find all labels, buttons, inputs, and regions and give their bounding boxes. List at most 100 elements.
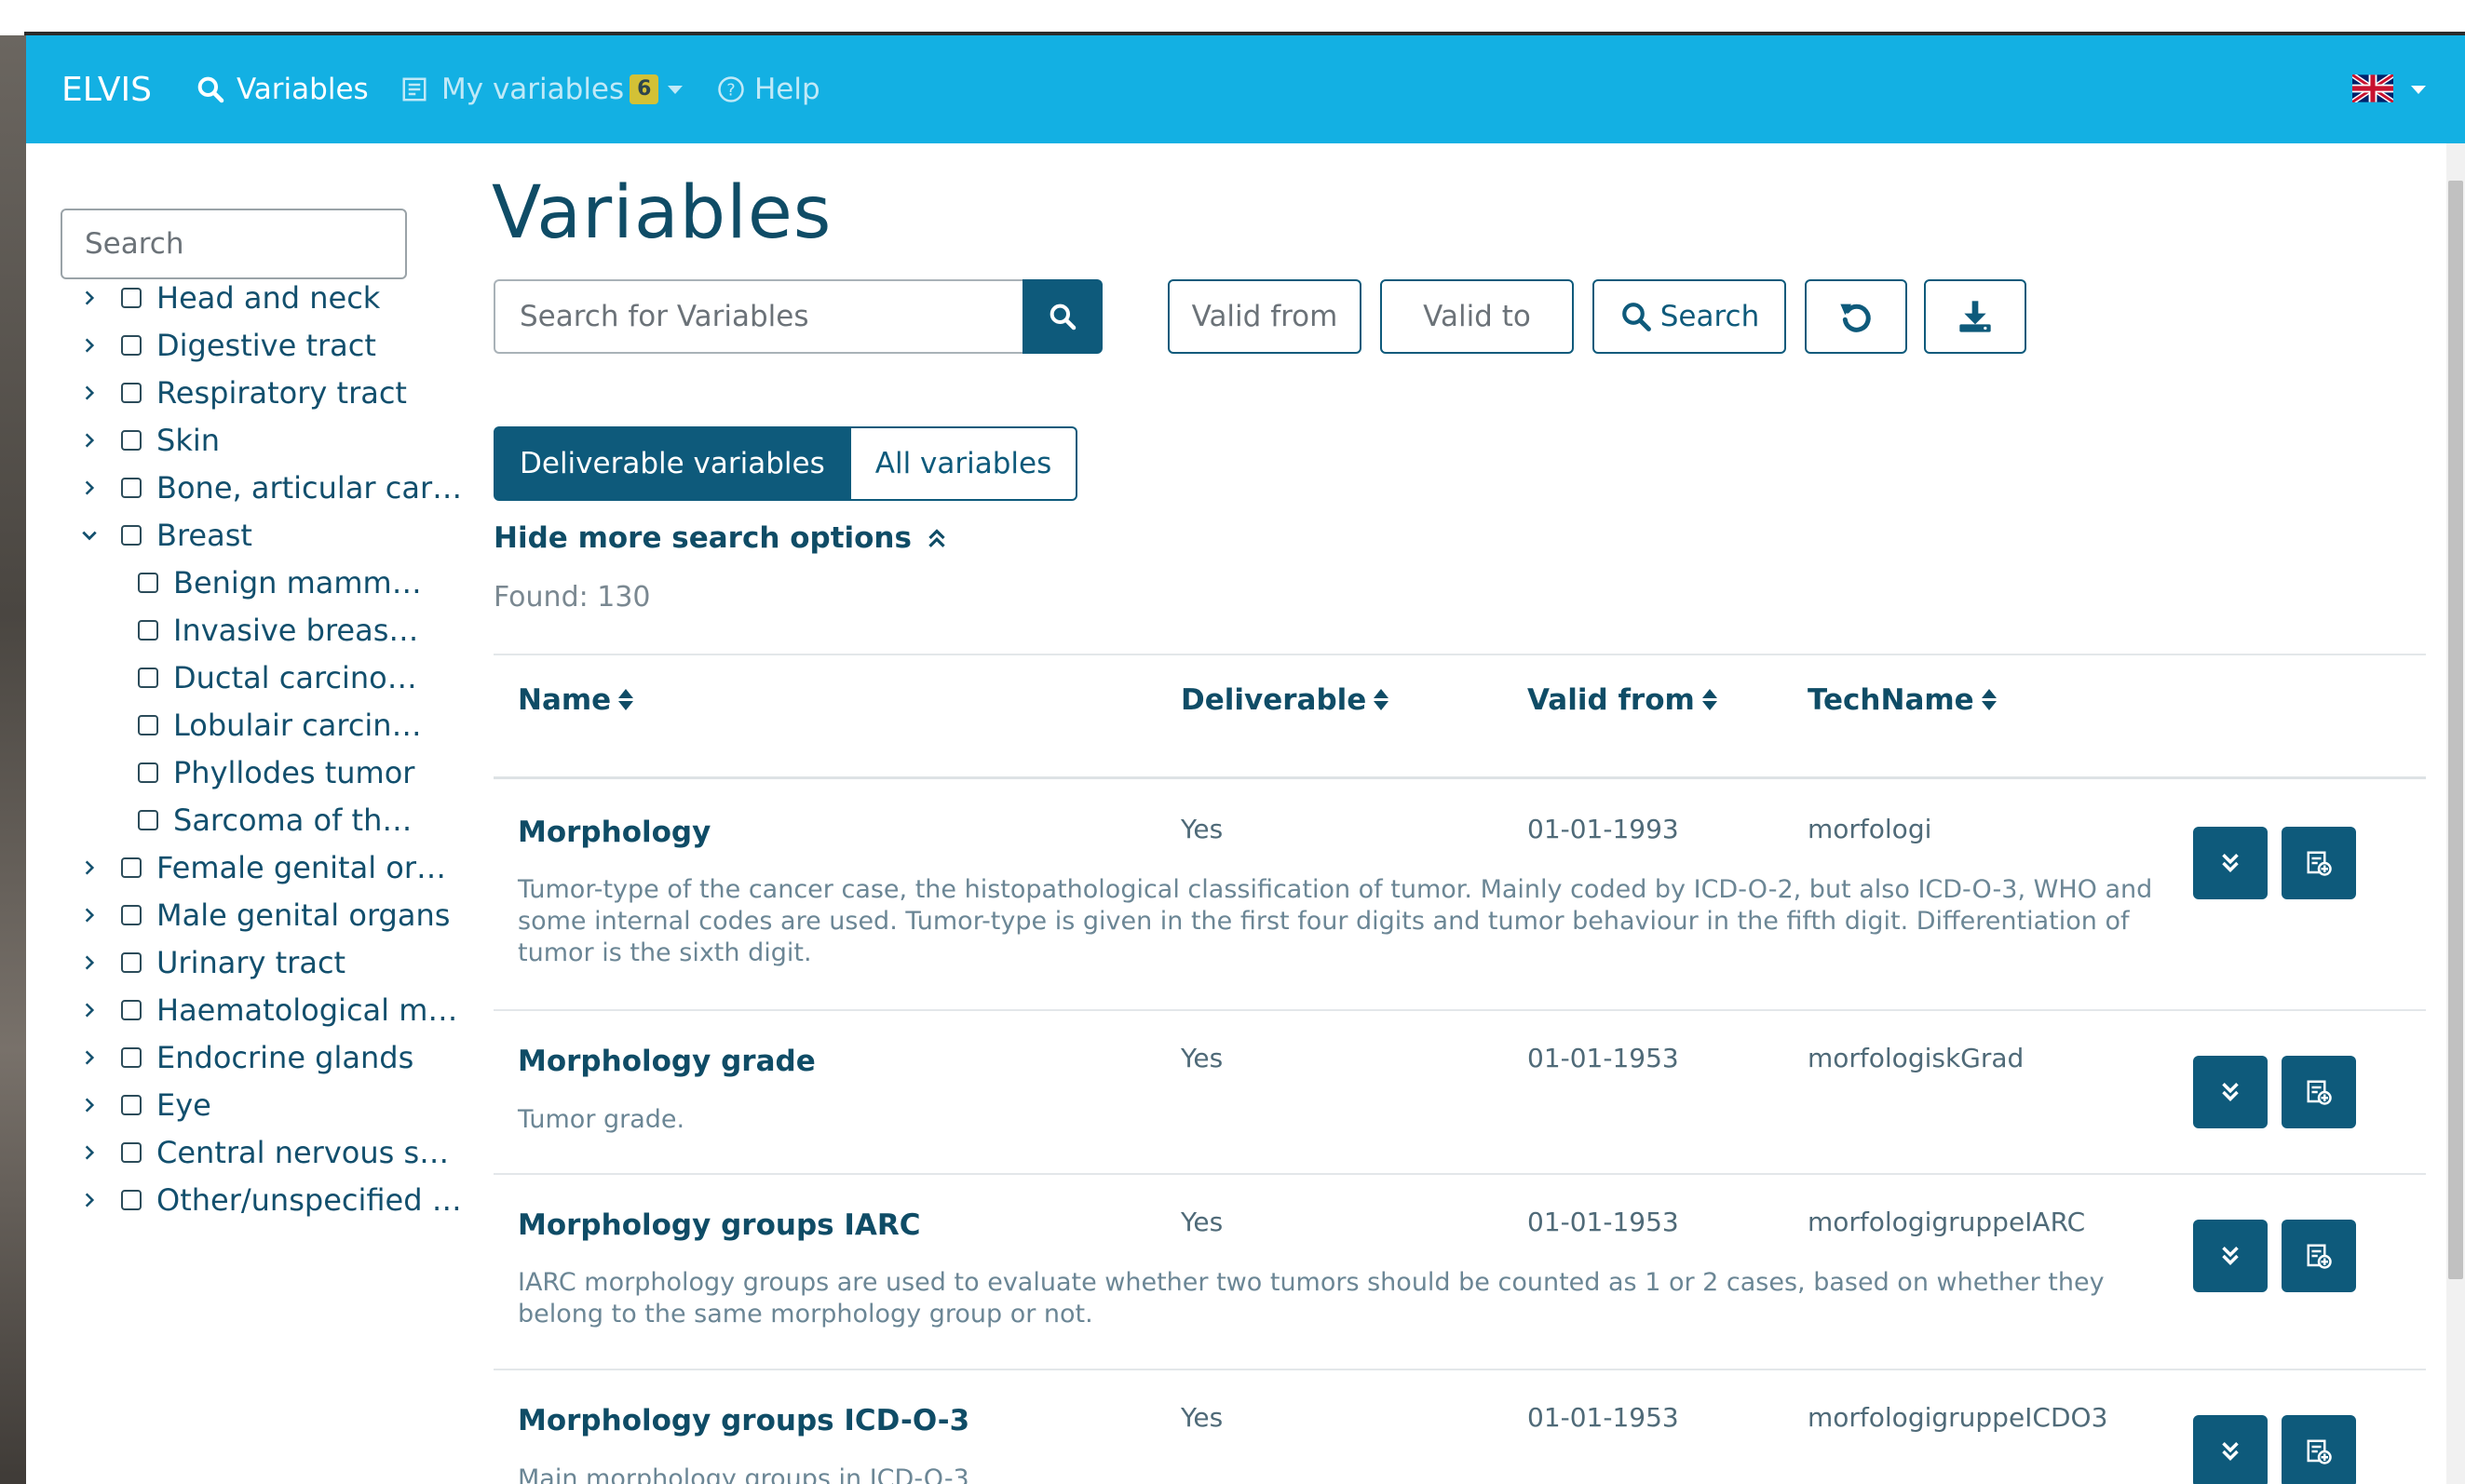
sidebar-item[interactable]: Endocrine glands: [71, 1033, 413, 1081]
sidebar-item-label: Skin: [156, 422, 221, 458]
column-header-deliverable[interactable]: Deliverable: [1181, 683, 1389, 717]
chevron-right-icon[interactable]: [71, 336, 108, 355]
nav-help-link[interactable]: ? Help: [717, 35, 820, 143]
sidebar-item[interactable]: Female genital or…: [71, 843, 446, 891]
sidebar-item[interactable]: Breast: [71, 511, 252, 559]
category-checkbox[interactable]: [138, 762, 158, 783]
sidebar-item[interactable]: Benign mamm…: [138, 559, 422, 606]
techname-value: morfologigruppeIARC: [1808, 1207, 2086, 1237]
sidebar-item[interactable]: Male genital organs: [71, 891, 450, 938]
techname-value: morfologi: [1808, 814, 1932, 844]
reset-button[interactable]: [1805, 279, 1907, 354]
my-variables-count-badge: 6: [630, 74, 659, 104]
chevron-right-icon[interactable]: [71, 289, 108, 307]
expand-row-button[interactable]: [2193, 1056, 2268, 1128]
sidebar-item[interactable]: Central nervous s…: [71, 1128, 449, 1176]
category-checkbox[interactable]: [121, 1141, 142, 1163]
nav-my-variables-dropdown[interactable]: My variables 6: [400, 35, 684, 143]
chevron-right-icon[interactable]: [71, 1096, 108, 1114]
toggle-deliverable-variables[interactable]: Deliverable variables: [494, 426, 851, 501]
variable-name-link[interactable]: Morphology grade: [518, 1045, 816, 1078]
sidebar-item[interactable]: Skin: [71, 416, 220, 464]
chevron-right-icon[interactable]: [71, 858, 108, 877]
deliverable-value: Yes: [1181, 1043, 1224, 1073]
category-checkbox[interactable]: [121, 524, 142, 546]
chevron-right-icon[interactable]: [71, 906, 108, 924]
valid-from-button[interactable]: Valid from: [1168, 279, 1361, 354]
nav-variables-link[interactable]: Variables: [196, 35, 369, 143]
column-header-valid-from[interactable]: Valid from: [1527, 683, 1717, 717]
sidebar-item-label: Eye: [156, 1086, 211, 1123]
chevron-right-icon[interactable]: [71, 431, 108, 450]
valid-to-button[interactable]: Valid to: [1380, 279, 1574, 354]
column-header-name[interactable]: Name: [518, 683, 634, 717]
hide-search-options-link[interactable]: Hide more search options: [494, 521, 951, 555]
category-checkbox[interactable]: [121, 951, 142, 973]
category-checkbox[interactable]: [121, 857, 142, 878]
category-checkbox[interactable]: [121, 382, 142, 403]
page-scrollbar[interactable]: [2446, 143, 2465, 1484]
category-checkbox[interactable]: [138, 667, 158, 688]
column-header-label: Deliverable: [1181, 683, 1367, 717]
app-window: ELVIS Variables My variables 6 ? Help Se…: [26, 35, 2465, 1484]
category-checkbox[interactable]: [121, 1189, 142, 1210]
variable-name-link[interactable]: Morphology: [518, 816, 711, 849]
brand-logo[interactable]: ELVIS: [61, 35, 152, 143]
variable-search-button[interactable]: [1023, 279, 1103, 354]
sidebar-item[interactable]: Urinary tract: [71, 938, 345, 986]
scrollbar-thumb[interactable]: [2448, 181, 2463, 1279]
sidebar-item-label: Invasive breas…: [173, 612, 419, 648]
chevron-right-icon[interactable]: [71, 384, 108, 402]
sidebar-search-input[interactable]: Search: [61, 209, 407, 279]
download-button[interactable]: [1924, 279, 2026, 354]
uk-flag-icon[interactable]: [2352, 74, 2393, 102]
chevron-down-icon[interactable]: [71, 526, 108, 545]
chevron-right-icon[interactable]: [71, 1191, 108, 1209]
category-checkbox[interactable]: [138, 714, 158, 735]
sidebar-item[interactable]: Digestive tract: [71, 321, 376, 369]
category-checkbox[interactable]: [138, 572, 158, 593]
category-checkbox[interactable]: [121, 1094, 142, 1115]
expand-row-button[interactable]: [2193, 1220, 2268, 1292]
category-checkbox[interactable]: [121, 477, 142, 498]
sidebar-item-label: Ductal carcino…: [173, 659, 417, 695]
chevron-right-icon[interactable]: [71, 1048, 108, 1067]
chevron-right-icon[interactable]: [71, 479, 108, 497]
category-checkbox[interactable]: [138, 809, 158, 830]
column-header-techname[interactable]: TechName: [1808, 683, 1997, 717]
variable-name-link[interactable]: Morphology groups ICD-O-3: [518, 1404, 969, 1437]
category-checkbox[interactable]: [138, 619, 158, 641]
sidebar-item[interactable]: Haematological m…: [71, 986, 457, 1033]
variable-name-link[interactable]: Morphology groups IARC: [518, 1208, 921, 1242]
sidebar-item[interactable]: Bone, articular car…: [71, 464, 462, 511]
chevron-right-icon[interactable]: [71, 953, 108, 972]
add-to-my-variables-button[interactable]: [2282, 827, 2356, 899]
category-checkbox[interactable]: [121, 999, 142, 1020]
search-button[interactable]: Search: [1592, 279, 1786, 354]
add-to-my-variables-button[interactable]: [2282, 1415, 2356, 1484]
expand-row-button[interactable]: [2193, 827, 2268, 899]
category-checkbox[interactable]: [121, 904, 142, 925]
category-checkbox[interactable]: [121, 334, 142, 356]
divider: [494, 654, 2426, 655]
sidebar-item[interactable]: Sarcoma of th…: [138, 796, 412, 843]
category-checkbox[interactable]: [121, 1046, 142, 1068]
add-to-my-variables-button[interactable]: [2282, 1220, 2356, 1292]
sidebar-item[interactable]: Eye: [71, 1081, 211, 1128]
add-to-my-variables-button[interactable]: [2282, 1056, 2356, 1128]
sidebar-item[interactable]: Ductal carcino…: [138, 654, 417, 701]
toggle-all-variables[interactable]: All variables: [850, 426, 1078, 501]
chevron-right-icon[interactable]: [71, 1143, 108, 1162]
sidebar-item[interactable]: Invasive breas…: [138, 606, 418, 654]
sidebar-item[interactable]: Lobulair carcin…: [138, 701, 422, 749]
variable-search-input[interactable]: Search for Variables: [494, 279, 1024, 354]
chevron-right-icon[interactable]: [71, 1001, 108, 1019]
sidebar-item[interactable]: Respiratory tract: [71, 369, 407, 416]
sidebar-item[interactable]: Phyllodes tumor: [138, 749, 414, 796]
category-checkbox[interactable]: [121, 429, 142, 451]
expand-row-button[interactable]: [2193, 1415, 2268, 1484]
language-caret-icon[interactable]: [2411, 86, 2426, 94]
sidebar-item[interactable]: Other/unspecified …: [71, 1176, 462, 1223]
category-checkbox[interactable]: [121, 287, 142, 308]
sidebar-item[interactable]: Head and neck: [71, 274, 380, 321]
